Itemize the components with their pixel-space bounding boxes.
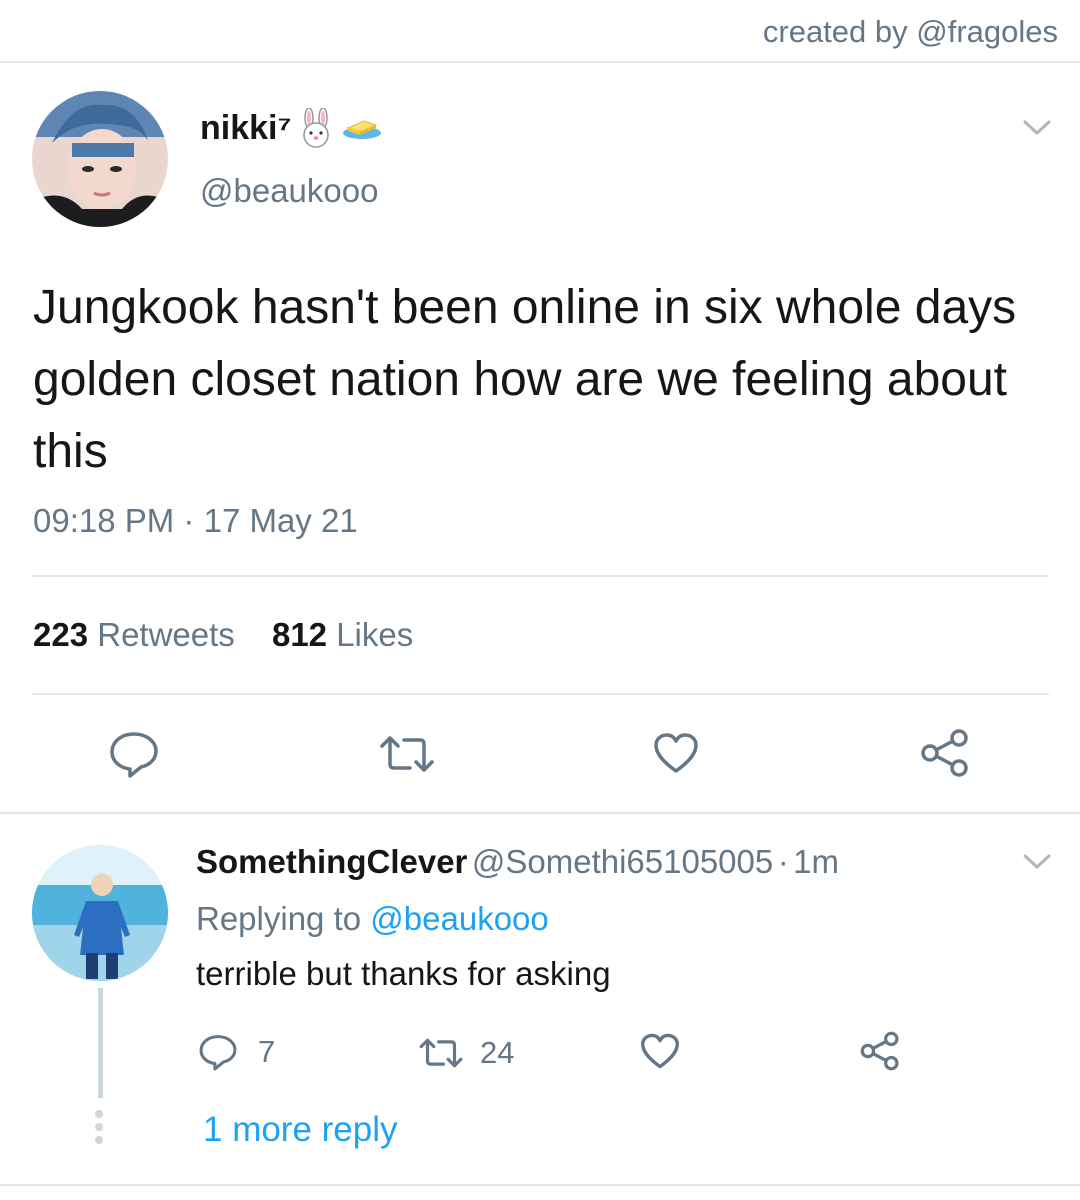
tweet-date: 17 May 21 [203, 502, 358, 539]
author-handle[interactable]: @beaukooo [200, 172, 378, 210]
credit-label: created by @fragoles [762, 14, 1058, 49]
author-display-name[interactable]: nikki⁷ [200, 109, 292, 148]
replying-to-prefix: Replying to [196, 900, 362, 937]
share-icon[interactable] [919, 728, 971, 778]
butter-icon [342, 116, 382, 140]
reply-icon[interactable] [108, 730, 160, 778]
replying-to: Replying to @beaukooo [196, 900, 549, 938]
retweet-icon[interactable] [378, 734, 436, 774]
heart-icon[interactable] [639, 1032, 681, 1070]
thread-line [98, 988, 103, 1098]
likes-stat[interactable]: 812 Likes [272, 616, 413, 653]
replying-to-handle[interactable]: @beaukooo [370, 900, 548, 937]
thread-dots [95, 1110, 103, 1144]
reply-reply-action[interactable]: 7 [198, 1033, 275, 1071]
chevron-down-icon[interactable] [1022, 118, 1052, 138]
likes-count: 812 [271, 616, 328, 653]
stats-top-divider [32, 575, 1049, 577]
tweet-stats: 223 Retweets 812 Likes [33, 616, 413, 654]
author-avatar[interactable] [32, 91, 168, 227]
reply-text: terrible but thanks for asking [196, 955, 611, 992]
rabbit-face-icon [298, 108, 334, 148]
reply-handle[interactable]: @Somethi65105005 [472, 843, 773, 880]
tweet-timestamp[interactable]: 09:18 PM · 17 May 21 [33, 502, 358, 540]
reply-chevron-down-icon[interactable] [1022, 852, 1052, 872]
reply-count: 7 [258, 1034, 276, 1069]
heart-icon[interactable] [652, 731, 700, 775]
author-name-row: nikki⁷ [200, 108, 382, 148]
retweets-label: Retweets [97, 616, 235, 653]
reply-header: SomethingClever @Somethi65105005 · 1m [196, 843, 839, 881]
likes-label: Likes [336, 616, 414, 653]
bottom-divider [0, 1184, 1080, 1186]
reply-author-avatar[interactable] [32, 845, 168, 981]
reply-top-divider [0, 812, 1080, 814]
retweets-stat[interactable]: 223 Retweets [33, 616, 235, 653]
tweet-time: 09:18 PM [33, 502, 175, 539]
top-divider [0, 61, 1080, 63]
reply-retweet-action[interactable]: 24 [418, 1035, 514, 1071]
reply-retweet-count: 24 [480, 1035, 515, 1070]
reply-separator: · [777, 843, 789, 880]
reply-display-name[interactable]: SomethingClever [196, 843, 467, 880]
tweet-text: Jungkook hasn't been online in six whole… [33, 281, 1017, 478]
actions-top-divider [32, 693, 1049, 695]
share-icon[interactable] [859, 1030, 901, 1072]
meta-separator: · [183, 502, 195, 539]
retweets-count: 223 [33, 616, 89, 653]
retweet-icon [418, 1037, 464, 1069]
reply-icon [198, 1033, 238, 1071]
more-replies-link[interactable]: 1 more reply [203, 1110, 398, 1150]
reply-age: 1m [793, 843, 839, 880]
